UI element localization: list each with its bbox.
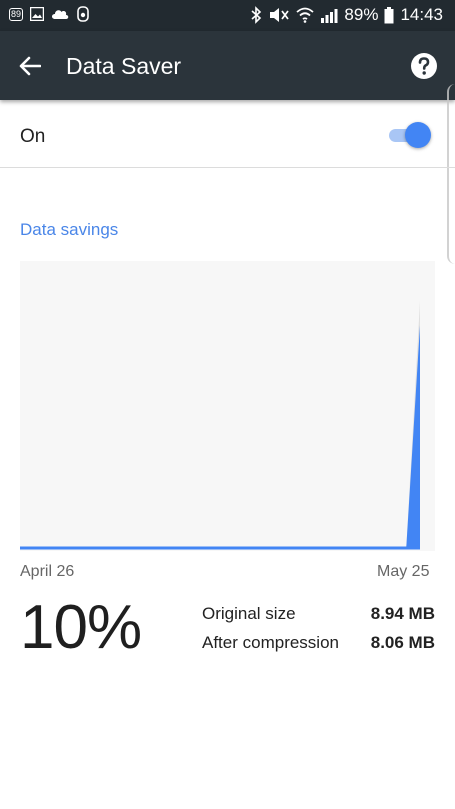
compressed-size-row: After compression 8.06 MB: [202, 633, 435, 655]
app-icon: [76, 6, 90, 22]
chart-svg: [20, 261, 435, 551]
notification-badge-icon: 89: [9, 7, 24, 21]
compressed-size-value: 8.06 MB: [370, 633, 435, 652]
status-bar: 89 89% 14:43: [0, 0, 455, 31]
battery-icon: [384, 6, 394, 24]
help-circle-icon: [411, 53, 437, 79]
original-size-row: Original size 8.94 MB: [202, 604, 435, 626]
x-axis-end-label: May 25: [377, 563, 430, 580]
clock: 14:43: [400, 5, 443, 24]
switch-thumb: [405, 122, 431, 148]
mute-icon: [268, 7, 290, 23]
toggle-label: On: [20, 126, 46, 147]
data-saver-toggle-row[interactable]: On: [0, 100, 455, 167]
help-button[interactable]: [410, 52, 438, 80]
status-bar-left: 89: [9, 6, 90, 22]
page-title: Data Saver: [66, 53, 182, 79]
savings-percent: 10%: [20, 593, 142, 662]
data-saver-switch[interactable]: [389, 122, 431, 148]
app-toolbar: Data Saver: [0, 31, 455, 100]
cloud-icon: [51, 8, 69, 20]
bluetooth-icon: [250, 6, 262, 24]
compressed-size-label: After compression: [202, 633, 339, 652]
original-size-value: 8.94 MB: [370, 604, 435, 623]
image-icon: [30, 7, 45, 21]
back-button[interactable]: [14, 51, 46, 81]
data-savings-chart: [20, 261, 435, 551]
divider: [0, 167, 455, 168]
wifi-icon: [296, 7, 315, 23]
arrow-left-icon: [19, 56, 41, 76]
chart-background: [20, 261, 435, 551]
signal-icon: [320, 7, 338, 23]
original-size-label: Original size: [202, 604, 296, 623]
battery-percent: 89%: [344, 5, 379, 24]
section-title: Data savings: [20, 220, 119, 239]
x-axis-start-label: April 26: [20, 563, 75, 580]
status-bar-right: 89% 14:43: [250, 5, 443, 25]
